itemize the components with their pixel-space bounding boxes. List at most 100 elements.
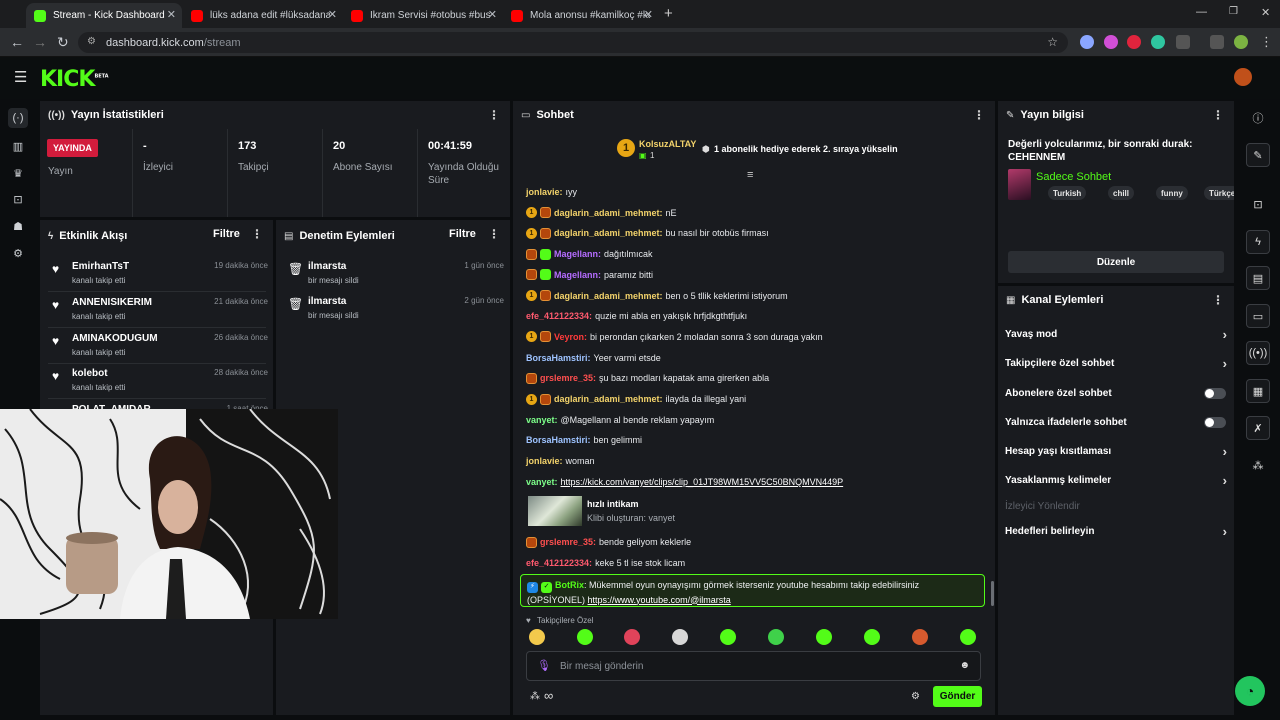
moderation-item[interactable]: 🗑 ilmarsta bir mesajı sildi 1 gün önce — [276, 256, 510, 292]
more-options-icon[interactable]: ⋮ — [251, 227, 263, 241]
extension-icon[interactable] — [1127, 35, 1141, 49]
back-arrow-icon[interactable]: ← — [10, 34, 24, 50]
chat-username[interactable]: jonlavie: — [526, 456, 563, 466]
chat-username[interactable]: grslemre_35: — [540, 537, 596, 547]
chat-username[interactable]: BorsaHamstiri: — [526, 435, 591, 445]
support-chat-icon[interactable]: ◔ — [1235, 676, 1265, 706]
bot-link[interactable]: https://www.youtube.com/@ilmarsta — [588, 595, 731, 605]
emote-icon[interactable] — [720, 629, 736, 645]
kick-logo[interactable]: KICKBETA — [40, 67, 109, 92]
chat-username[interactable]: vanyet: — [526, 477, 558, 487]
close-icon[interactable]: ✕ — [167, 8, 176, 21]
chat-username[interactable]: BorsaHamstiri: — [526, 353, 591, 363]
document-icon[interactable]: ▤ — [1246, 266, 1270, 290]
profile-avatar[interactable] — [1234, 35, 1248, 49]
extensions-puzzle-icon[interactable] — [1176, 35, 1190, 49]
close-icon[interactable]: ✕ — [644, 8, 653, 21]
chat-username[interactable]: Magellann: — [554, 249, 601, 259]
bookmark-star-icon[interactable]: ☆ — [1047, 35, 1058, 49]
chat-link[interactable]: https://kick.com/vanyet/clips/clip_01JT9… — [561, 477, 844, 487]
emote-icon[interactable] — [816, 629, 832, 645]
tab-youtube-2[interactable]: İkram Servisi #otobus #bus - Yo ✕ — [343, 3, 503, 28]
emote-icon[interactable] — [529, 629, 545, 645]
infinity-icon[interactable]: ∞ — [544, 688, 553, 703]
close-icon[interactable]: ✕ — [488, 8, 497, 21]
more-options-icon[interactable]: ⋮ — [1212, 293, 1224, 307]
tab-youtube-1[interactable]: lüks adana edit #lüksadana #lü ✕ — [183, 3, 343, 28]
reading-list-icon[interactable] — [1210, 35, 1224, 49]
chat-username[interactable]: grslemre_35: — [540, 373, 596, 383]
chat-tools-icon[interactable]: ⁂ — [530, 691, 540, 702]
action-set-goals[interactable]: Hedefleri belirleyin › — [1005, 521, 1229, 541]
toggle-switch[interactable] — [1204, 417, 1226, 428]
analytics-icon[interactable]: ▥ — [8, 136, 28, 156]
close-icon[interactable]: ✕ — [328, 8, 337, 21]
stream-broadcast-icon[interactable]: (·) — [8, 108, 28, 128]
chat-username[interactable]: efe_412122334: — [526, 558, 592, 568]
forward-arrow-icon[interactable]: → — [33, 34, 47, 50]
hamburger-menu-icon[interactable]: ☰ — [14, 68, 27, 86]
site-info-icon[interactable]: ⚙ — [87, 36, 96, 47]
trophy-icon[interactable]: ♛ — [8, 163, 28, 183]
users-icon[interactable]: ☗ — [8, 216, 28, 236]
layout-icon[interactable]: ▦ — [1246, 379, 1270, 403]
user-avatar[interactable] — [1234, 68, 1252, 86]
activity-item[interactable]: ♥ EmirhanTsT kanalı takip etti 19 dakika ön… — [40, 256, 273, 292]
extension-icon[interactable] — [1151, 35, 1165, 49]
chat-username[interactable]: daglarin_adami_mehmet: — [554, 208, 663, 218]
chat-settings-gear-icon[interactable]: ⚙ — [911, 691, 920, 702]
chat-username[interactable]: vanyet: — [526, 415, 558, 425]
emote-icon[interactable] — [577, 629, 593, 645]
extension-icon[interactable] — [1080, 35, 1094, 49]
browser-menu-icon[interactable]: ⋮ — [1260, 34, 1273, 50]
close-window-icon[interactable]: ✕ — [1261, 6, 1270, 19]
send-button[interactable]: Gönder — [933, 686, 982, 707]
action-slow-mode[interactable]: Yavaş mod › — [1005, 324, 1229, 344]
restore-icon[interactable]: ❐ — [1229, 6, 1238, 17]
chat-username[interactable]: daglarin_adami_mehmet: — [554, 228, 663, 238]
chat-username[interactable]: jonlavie: — [526, 187, 563, 197]
emote-icon[interactable] — [624, 629, 640, 645]
more-options-icon[interactable]: ⋮ — [1212, 108, 1224, 122]
filter-button[interactable]: Filtre — [213, 228, 240, 240]
action-followers-only[interactable]: Takipçilere özel sohbet › — [1005, 353, 1229, 373]
new-tab-plus-icon[interactable]: + — [664, 5, 673, 22]
bot-user[interactable]: BotRix — [555, 580, 584, 590]
emoji-icon[interactable]: ☻ — [959, 660, 970, 671]
action-banned-words[interactable]: Yasaklanmış kelimeler › — [1005, 470, 1229, 490]
emote-icon[interactable] — [864, 629, 880, 645]
wrench-icon[interactable]: ✗ — [1246, 416, 1270, 440]
action-account-age[interactable]: Hesap yaşı kısıtlaması › — [1005, 441, 1229, 461]
target-icon[interactable]: ⊡ — [8, 189, 28, 209]
chat-username[interactable]: daglarin_adami_mehmet: — [554, 291, 663, 301]
info-icon[interactable]: ⓘ — [1246, 106, 1270, 130]
broadcast-icon[interactable]: ((•)) — [1246, 341, 1270, 365]
chat-scrollbar[interactable] — [991, 581, 994, 606]
activity-item[interactable]: ♥ AMINAKODUGUM kanalı takip etti 26 dakika … — [40, 328, 273, 364]
moderation-item[interactable]: 🗑 ilmarsta bir mesajı sildi 2 gün önce — [276, 291, 510, 327]
microphone-icon[interactable]: 🎙 — [537, 659, 551, 672]
pinned-user[interactable]: KolsuzALTAY — [639, 139, 696, 149]
tab-youtube-3[interactable]: Mola anonsu #kamilkoç #kamil ✕ — [503, 3, 659, 28]
more-options-icon[interactable]: ⋮ — [488, 108, 500, 122]
more-dots-icon[interactable]: ⁂ — [1246, 453, 1270, 477]
emote-icon[interactable] — [960, 629, 976, 645]
target-icon[interactable]: ⊡ — [1246, 192, 1270, 216]
lightning-icon[interactable]: ϟ — [1246, 230, 1270, 254]
emote-icon[interactable] — [912, 629, 928, 645]
chat-username[interactable]: Magellann: — [554, 270, 601, 280]
toggle-switch[interactable] — [1204, 388, 1226, 399]
emote-icon[interactable] — [672, 629, 688, 645]
minimize-icon[interactable]: — — [1196, 6, 1207, 18]
url-field[interactable]: ⚙ dashboard.kick.com/stream ☆ — [78, 32, 1068, 53]
filter-button[interactable]: Filtre — [449, 228, 476, 240]
more-options-icon[interactable]: ⋮ — [488, 227, 500, 241]
chat-icon[interactable]: ▭ — [1246, 304, 1270, 328]
chat-message-input[interactable]: 🎙 Bir mesaj gönderin ☻ — [526, 651, 981, 681]
more-options-icon[interactable]: ⋮ — [973, 108, 985, 122]
settings-gear-icon[interactable]: ⚙ — [8, 243, 28, 263]
edit-pencil-icon[interactable]: ✎ — [1246, 143, 1270, 167]
expand-pin-icon[interactable]: ≡ — [747, 169, 753, 181]
action-emotes-only[interactable]: Yalnızca ifadelerle sohbet — [1005, 412, 1229, 432]
emote-icon[interactable] — [768, 629, 784, 645]
